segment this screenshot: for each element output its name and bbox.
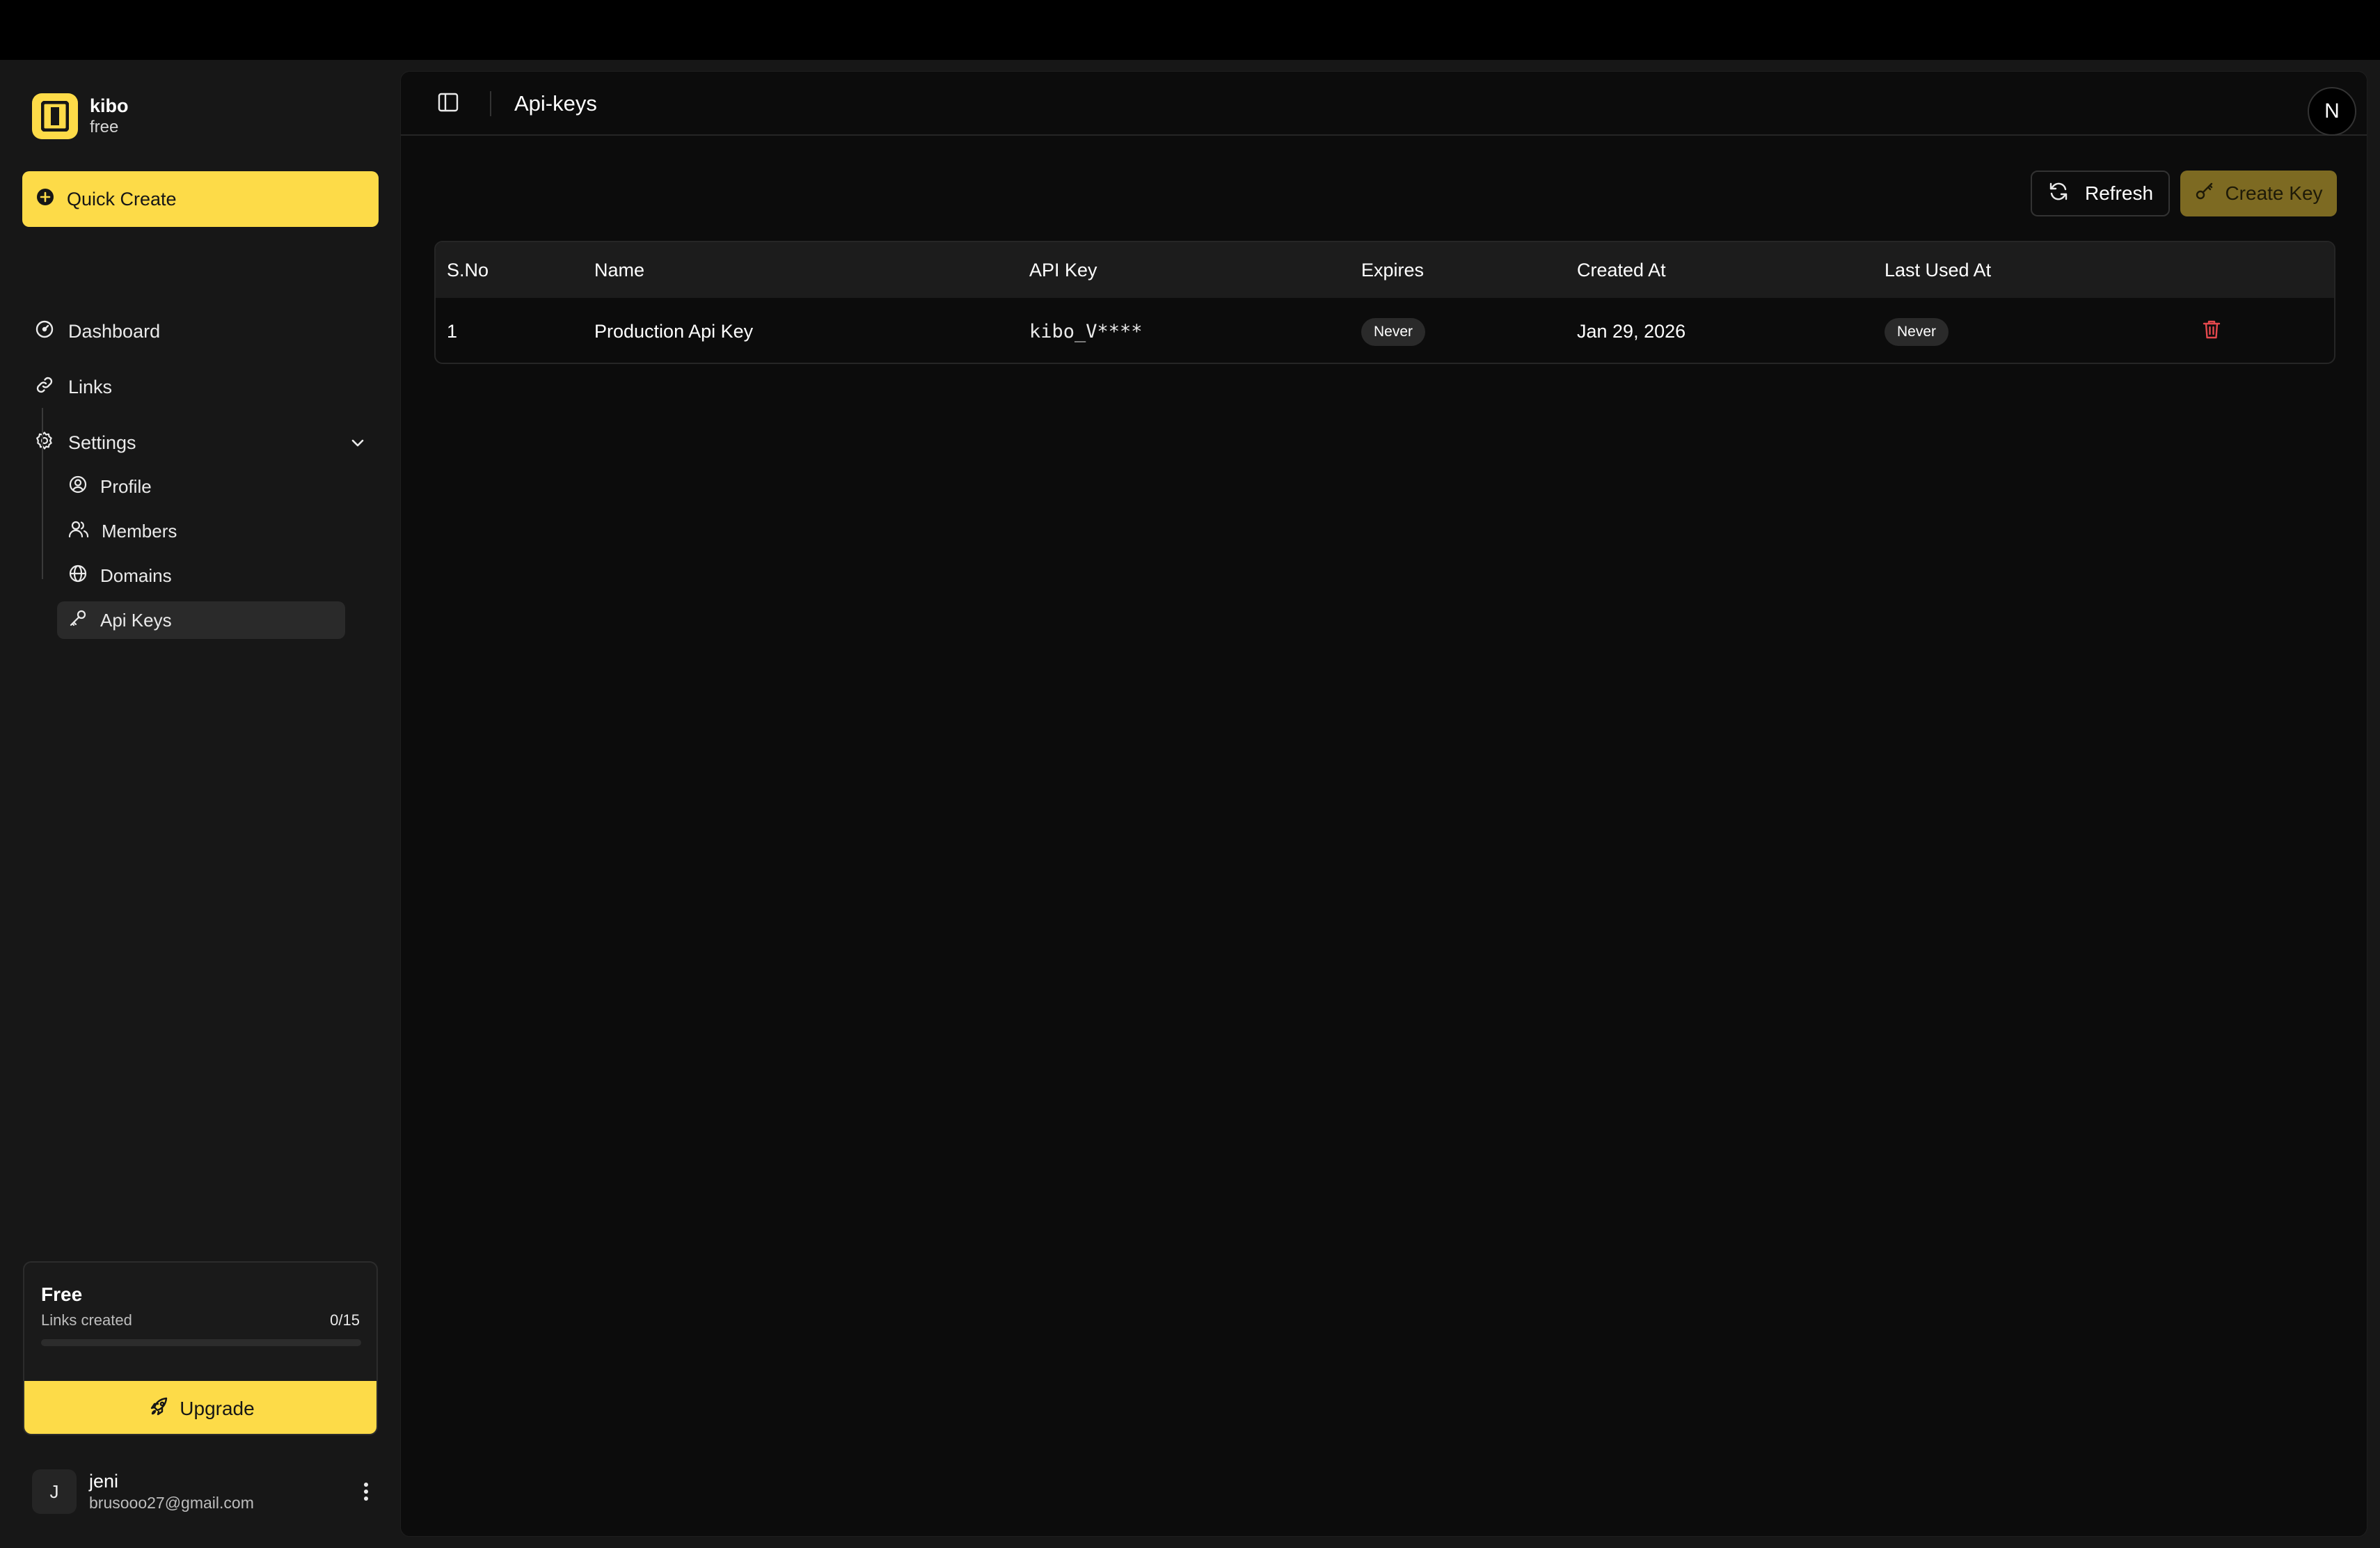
page-title: Api-keys (514, 91, 597, 116)
column-header-expires: Expires (1361, 259, 1425, 281)
globe-icon (68, 564, 88, 588)
sidebar-toggle-icon[interactable] (437, 91, 459, 113)
sidebar-item-label: Links (68, 376, 113, 397)
rocket-icon (149, 1396, 170, 1422)
dashboard-icon (35, 319, 54, 344)
expires-badge: Never (1361, 317, 1426, 346)
topbar: Api-keys N (401, 72, 2367, 136)
avatar: J (32, 1469, 77, 1514)
sidebar-item-label: Domains (100, 564, 172, 586)
sidebar-item-dashboard[interactable]: Dashboard (22, 310, 379, 352)
sidebar-item-label: Settings (68, 432, 136, 453)
main-panel: Api-keys N Refresh Create Key S.No Name … (400, 71, 2367, 1537)
workspace-name: kibo (90, 95, 129, 116)
key-icon (68, 608, 88, 633)
plan-usage-label: Links created (41, 1311, 132, 1329)
topbar-divider (490, 91, 491, 116)
user-account[interactable]: J jeni brusooo27@gmail.com (32, 1467, 373, 1516)
sidebar-item-links[interactable]: Links (22, 366, 379, 408)
cell-expires: Never (1361, 298, 1426, 363)
app-window: kibo free Quick Create Dashboard Links S… (0, 60, 2380, 1548)
sidebar-item-domains[interactable]: Domains (57, 557, 345, 594)
cell-sno: 1 (447, 321, 458, 342)
quick-create-button[interactable]: Quick Create (22, 171, 379, 227)
kibo-logo-icon (32, 93, 78, 139)
column-header-created-at: Created At (1577, 259, 1666, 281)
workspace-plan: free (90, 118, 119, 136)
plan-usage-count: 0/15 (330, 1311, 360, 1329)
create-key-button[interactable]: Create Key (2180, 171, 2337, 216)
settings-subtree-line (42, 408, 43, 579)
upgrade-label: Upgrade (180, 1398, 255, 1419)
sidebar-item-profile[interactable]: Profile (57, 468, 345, 505)
plan-usage-progress (41, 1339, 361, 1346)
workspace-switcher[interactable]: kibo free (32, 92, 129, 141)
user-circle-icon (68, 475, 88, 499)
users-icon (68, 519, 89, 544)
sidebar-item-label: Api Keys (100, 609, 172, 631)
user-menu-avatar[interactable]: N (2308, 87, 2356, 136)
gear-icon (35, 431, 54, 455)
plus-circle-icon (36, 188, 54, 211)
table-row: 1 Production Api Key kibo_V**** Never Ja… (436, 298, 2334, 363)
key-icon (2194, 181, 2215, 207)
plan-title: Free (41, 1284, 83, 1305)
refresh-icon (2047, 180, 2070, 207)
sidebar-item-api-keys[interactable]: Api Keys (57, 601, 345, 639)
more-vertical-icon[interactable] (359, 1480, 373, 1503)
refresh-label: Refresh (2084, 182, 2154, 204)
sidebar: kibo free Quick Create Dashboard Links S… (0, 60, 400, 1548)
cell-api-key: kibo_V**** (1029, 321, 1143, 342)
cell-created-at: Jan 29, 2026 (1577, 321, 1686, 342)
link-icon (35, 375, 54, 400)
chevron-down-icon[interactable] (349, 434, 366, 456)
trash-icon (2202, 319, 2221, 345)
last-used-badge: Never (1885, 317, 1949, 346)
create-key-label: Create Key (2225, 182, 2323, 204)
sidebar-item-label: Members (102, 520, 177, 542)
cell-name: Production Api Key (594, 321, 754, 342)
delete-key-button[interactable] (2202, 298, 2221, 363)
api-keys-table: S.No Name API Key Expires Created At Las… (434, 241, 2335, 364)
column-header-last-used-at: Last Used At (1885, 259, 1992, 281)
sidebar-item-label: Profile (100, 475, 152, 497)
user-email: brusooo27@gmail.com (89, 1494, 254, 1512)
table-header: S.No Name API Key Expires Created At Las… (436, 242, 2334, 298)
column-header-api-key: API Key (1029, 259, 1097, 281)
sidebar-item-label: Dashboard (68, 320, 161, 342)
user-name: jeni (89, 1471, 119, 1492)
plan-usage-card: Free Links created 0/15 Upgrade (23, 1261, 378, 1435)
sidebar-item-settings[interactable]: Settings (22, 422, 379, 464)
refresh-button[interactable]: Refresh (2031, 171, 2170, 216)
quick-create-label: Quick Create (67, 188, 177, 210)
cell-last-used-at: Never (1885, 298, 1949, 363)
column-header-name: Name (594, 259, 645, 281)
column-header-sno: S.No (447, 259, 489, 281)
sidebar-item-members[interactable]: Members (57, 512, 345, 550)
upgrade-button[interactable]: Upgrade (24, 1381, 376, 1434)
